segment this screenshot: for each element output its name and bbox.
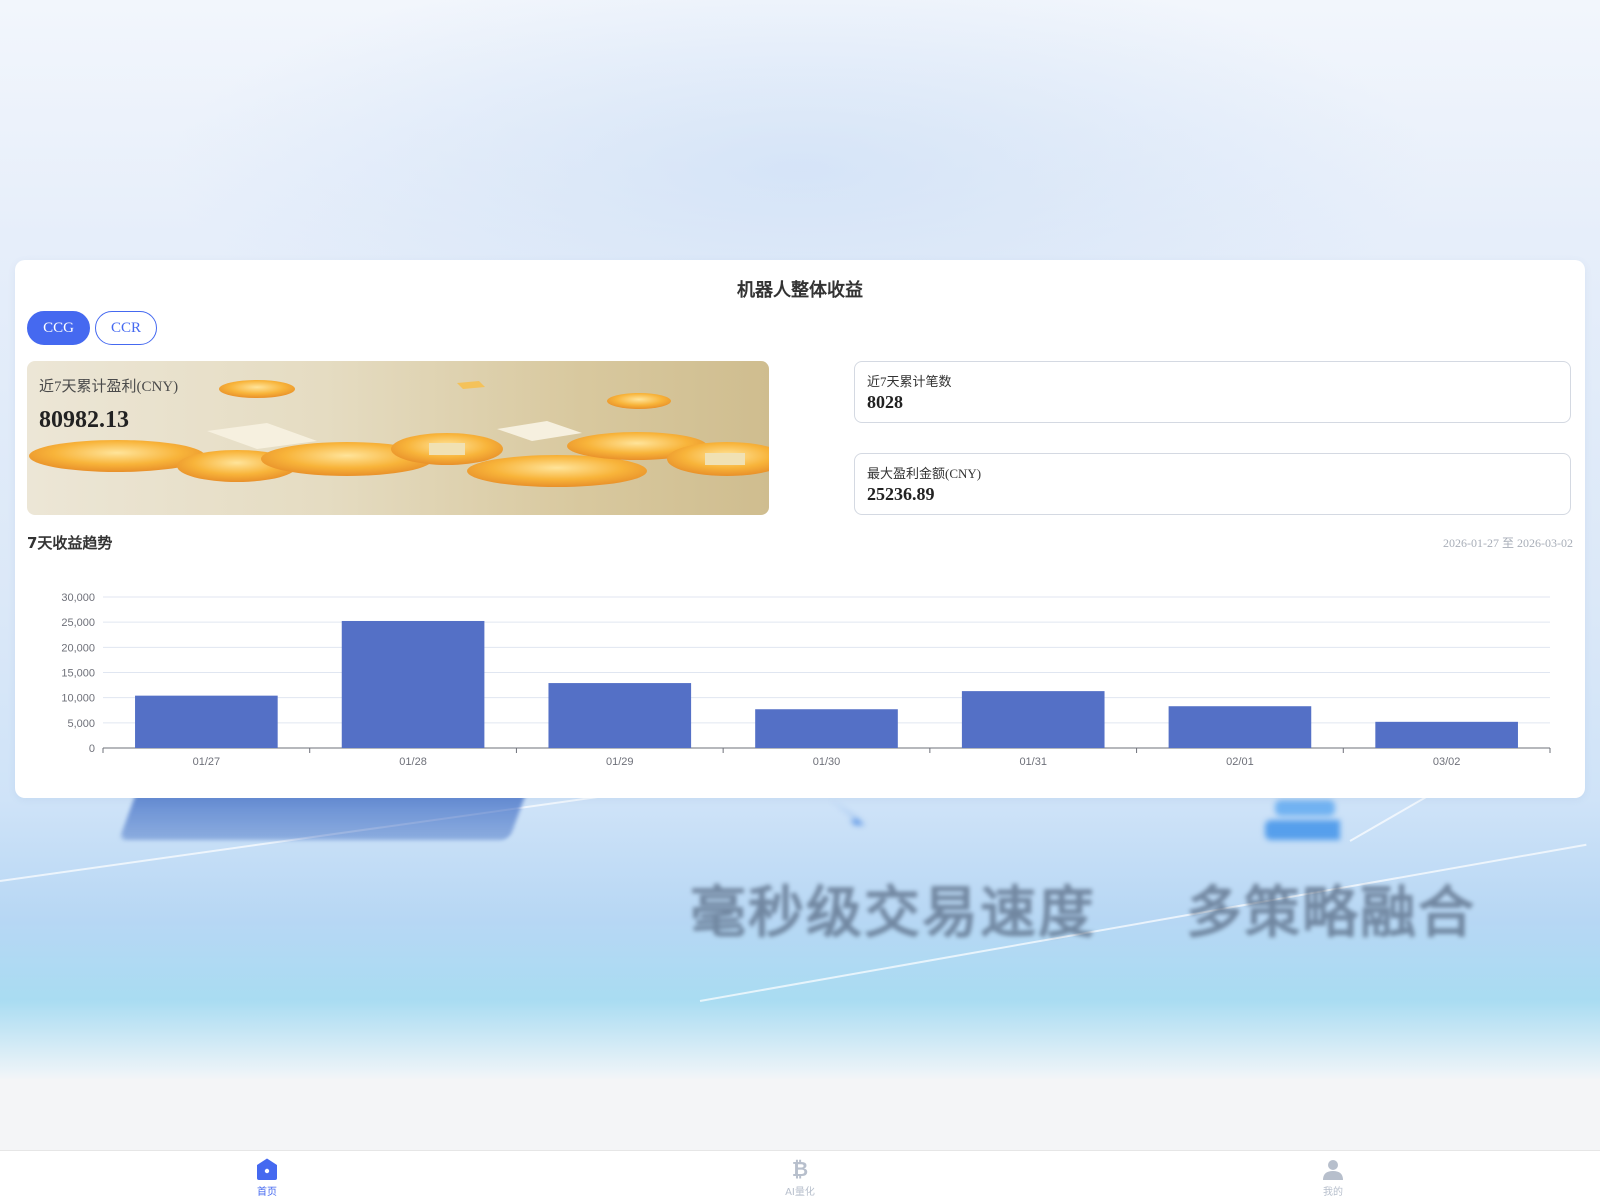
bar-01-30 (755, 709, 898, 748)
y-tick-label: 10,000 (61, 693, 95, 705)
x-tick-label: 03/02 (1433, 756, 1461, 768)
revenue-bar-chart: 30,000 25,000 20,000 15,000 10,000 5,000 0 01/2… (61, 592, 1551, 768)
y-tick-label: 20,000 (61, 642, 95, 654)
x-tick-label: 01/30 (813, 756, 841, 768)
slogan-strategy: 多策略融合 (1186, 881, 1476, 946)
nav-ai-quant-label: AI量化 (785, 1187, 815, 1198)
y-tick-label: 15,000 (61, 668, 95, 680)
x-tick-label: 01/29 (606, 756, 634, 768)
home-icon (257, 1158, 277, 1180)
y-tick-label: 25,000 (61, 617, 95, 629)
nav-home[interactable]: 首页 (207, 1151, 327, 1200)
layers-graphic (1265, 800, 1340, 840)
y-tick-label: 5,000 (67, 718, 95, 730)
user-icon (1323, 1160, 1343, 1180)
bar-01-29 (548, 683, 692, 748)
x-tick-label: 01/31 (1019, 756, 1047, 768)
bar-03-02 (1375, 721, 1518, 748)
slogan-speed: 毫秒级交易速度 (690, 881, 1096, 946)
nav-profile-label: 我的 (1323, 1187, 1343, 1198)
nav-ai-quant[interactable]: ₿ AI量化 (740, 1151, 860, 1200)
nav-profile[interactable]: 我的 (1273, 1151, 1393, 1200)
nav-home-label: 首页 (257, 1187, 277, 1198)
bar-01-27 (135, 695, 278, 748)
y-tick-label: 0 (89, 743, 95, 755)
svg-text:₿: ₿ (792, 1157, 808, 1181)
bar-01-28 (341, 620, 485, 748)
lightning-graphic (830, 800, 875, 845)
bar-01-31 (961, 691, 1105, 748)
bar-02-01 (1168, 706, 1312, 748)
x-tick-label: 01/27 (193, 756, 221, 768)
x-tick-label: 02/01 (1226, 756, 1254, 768)
bitcoin-icon: ₿ (792, 1157, 808, 1181)
y-tick-label: 30,000 (61, 592, 95, 604)
bottom-nav: 首页 ₿ AI量化 我的 (0, 1150, 1600, 1200)
x-tick-label: 01/28 (399, 756, 427, 768)
revenue-card: 机器人整体收益 CCG CCR 近7天累计盈利(CNY) 80982.13 近7… (15, 260, 1585, 798)
